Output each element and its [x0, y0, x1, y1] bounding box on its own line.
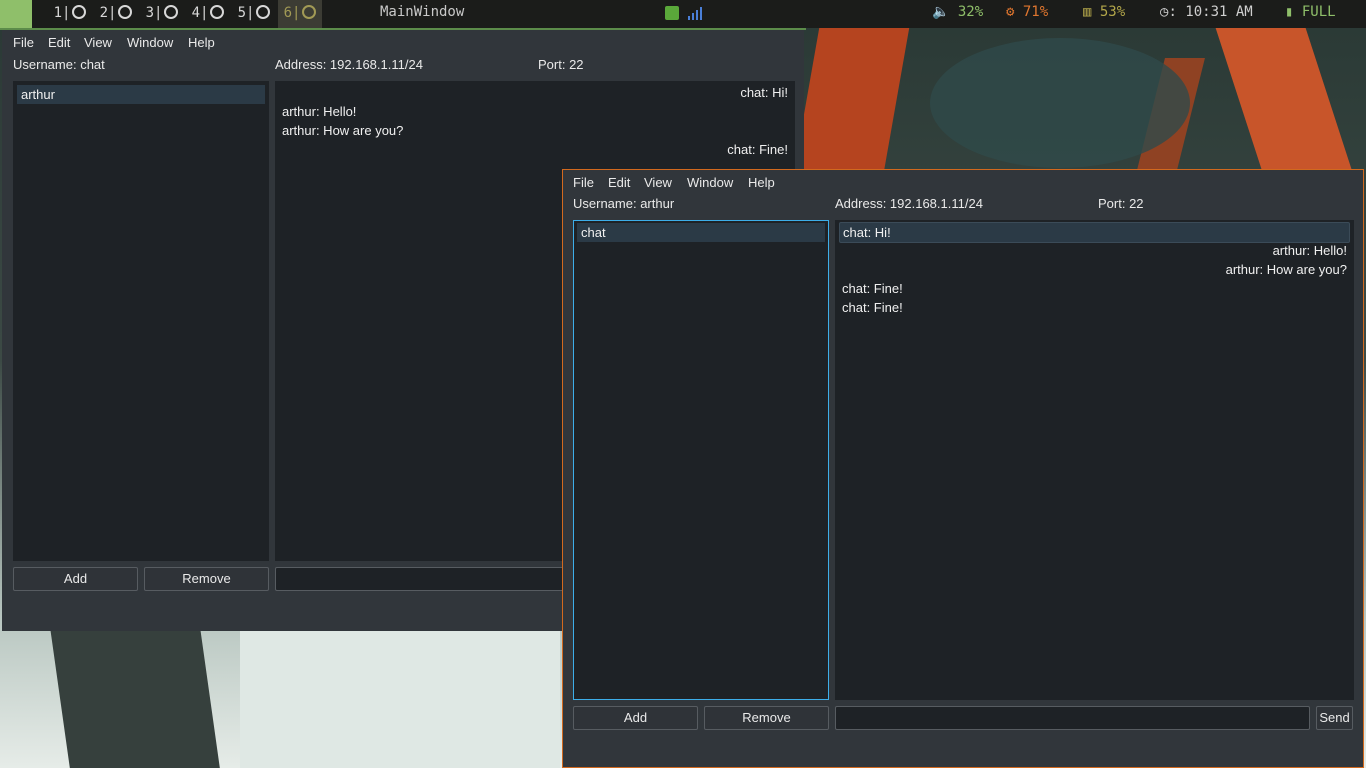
cpu-status: ⚙ 71%	[1006, 0, 1048, 24]
message-item[interactable]: chat: Hi!	[839, 222, 1350, 243]
workspace-1[interactable]: 1|	[48, 0, 92, 28]
volume-value: 32%	[957, 4, 984, 20]
send-button[interactable]: Send	[1316, 706, 1353, 730]
contact-item[interactable]: arthur	[17, 85, 265, 104]
port-label: Port: 22	[538, 57, 584, 72]
address-label: Address: 192.168.1.11/24	[275, 57, 423, 72]
menu-file[interactable]: File	[13, 35, 34, 50]
wallpaper-tree-trunk	[50, 628, 220, 768]
contact-list[interactable]: chat	[573, 220, 829, 700]
message-item: chat: Hi!	[740, 85, 788, 100]
menu-file[interactable]: File	[573, 175, 594, 190]
wallpaper-ground	[240, 628, 560, 768]
menu-bar: File Edit View Window Help	[2, 30, 804, 52]
memory-value: 53%	[1099, 4, 1126, 20]
contact-list[interactable]: arthur	[13, 81, 269, 561]
menu-edit[interactable]: Edit	[608, 175, 630, 190]
menu-view[interactable]: View	[644, 175, 672, 190]
message-list[interactable]: chat: Hi! arthur: Hello! arthur: How are…	[835, 220, 1354, 700]
battery-status: ▮ FULL	[1285, 0, 1336, 24]
chat-window-front: File Edit View Window Help Username: art…	[562, 169, 1364, 768]
battery-value: FULL	[1301, 4, 1336, 20]
clock-status: ◷: 10:31 AM	[1160, 0, 1253, 24]
remove-contact-button[interactable]: Remove	[144, 567, 269, 591]
add-contact-button[interactable]: Add	[13, 567, 138, 591]
menu-help[interactable]: Help	[748, 175, 775, 190]
menu-window[interactable]: Window	[687, 175, 733, 190]
cpu-value: 71%	[1022, 4, 1049, 20]
focused-window-title: MainWindow	[380, 4, 465, 20]
workspace-ring-icon	[210, 5, 225, 19]
workspace-3[interactable]: 3|	[140, 0, 184, 28]
contact-item[interactable]: chat	[577, 223, 825, 242]
battery-icon: ▮	[1285, 4, 1294, 20]
bar-accent	[0, 0, 32, 28]
memory-status: ▥ 53%	[1083, 0, 1125, 24]
workspace-separator: |	[292, 5, 301, 21]
username-label: Username: chat	[13, 57, 105, 72]
workspace-number: 4	[191, 5, 200, 21]
top-status-bar: 1| 2| 3| 4| 5| 6| MainWindow 🔈 32% ⚙ 71% ▥ 53…	[0, 0, 1366, 28]
message-item: arthur: Hello!	[1272, 243, 1347, 258]
menu-window[interactable]: Window	[127, 35, 173, 50]
workspace-ring-icon	[302, 5, 317, 19]
workspace-number: 5	[237, 5, 246, 21]
workspace-number: 1	[53, 5, 62, 21]
add-contact-button[interactable]: Add	[573, 706, 698, 730]
workspace-2[interactable]: 2|	[94, 0, 138, 28]
message-item: chat: Fine!	[727, 142, 788, 157]
message-item: arthur: Hello!	[282, 104, 357, 119]
volume-icon: 🔈	[932, 4, 950, 20]
workspace-6[interactable]: 6|	[278, 0, 322, 28]
workspace-ring-icon	[118, 5, 133, 19]
message-input[interactable]	[835, 706, 1310, 730]
menu-help[interactable]: Help	[188, 35, 215, 50]
shield-tray-icon[interactable]	[665, 6, 679, 20]
volume-status[interactable]: 🔈 32%	[932, 0, 983, 24]
workspace-ring-icon	[164, 5, 179, 19]
workspace-ring-icon	[256, 5, 271, 19]
workspace-separator: |	[246, 5, 255, 21]
workspace-ring-icon	[72, 5, 87, 19]
workspace-separator: |	[154, 5, 163, 21]
wallpaper-tree-trunk	[1215, 28, 1355, 178]
workspace-number: 6	[283, 5, 292, 21]
signal-tray-icon[interactable]	[688, 6, 702, 20]
message-item: arthur: How are you?	[282, 123, 404, 138]
workspace-5[interactable]: 5|	[232, 0, 276, 28]
workspace-separator: |	[62, 5, 71, 21]
message-item: chat: Fine!	[842, 281, 903, 296]
menu-edit[interactable]: Edit	[48, 35, 70, 50]
workspace-number: 3	[145, 5, 154, 21]
remove-contact-button[interactable]: Remove	[704, 706, 829, 730]
port-label: Port: 22	[1098, 196, 1144, 211]
address-label: Address: 192.168.1.11/24	[835, 196, 983, 211]
workspace-4[interactable]: 4|	[186, 0, 230, 28]
clock-value: : 10:31 AM	[1168, 4, 1253, 20]
workspace-number: 2	[99, 5, 108, 21]
wallpaper-foliage	[930, 38, 1190, 168]
username-label: Username: arthur	[573, 196, 675, 211]
workspace-separator: |	[200, 5, 209, 21]
menu-bar: File Edit View Window Help	[563, 170, 1363, 192]
message-item: chat: Fine!	[842, 300, 903, 315]
wallpaper-tree-trunk	[792, 28, 910, 178]
workspace-separator: |	[108, 5, 117, 21]
message-item: arthur: How are you?	[1225, 262, 1347, 277]
menu-view[interactable]: View	[84, 35, 112, 50]
memory-icon: ▥	[1083, 4, 1092, 20]
cpu-icon: ⚙	[1006, 4, 1015, 20]
